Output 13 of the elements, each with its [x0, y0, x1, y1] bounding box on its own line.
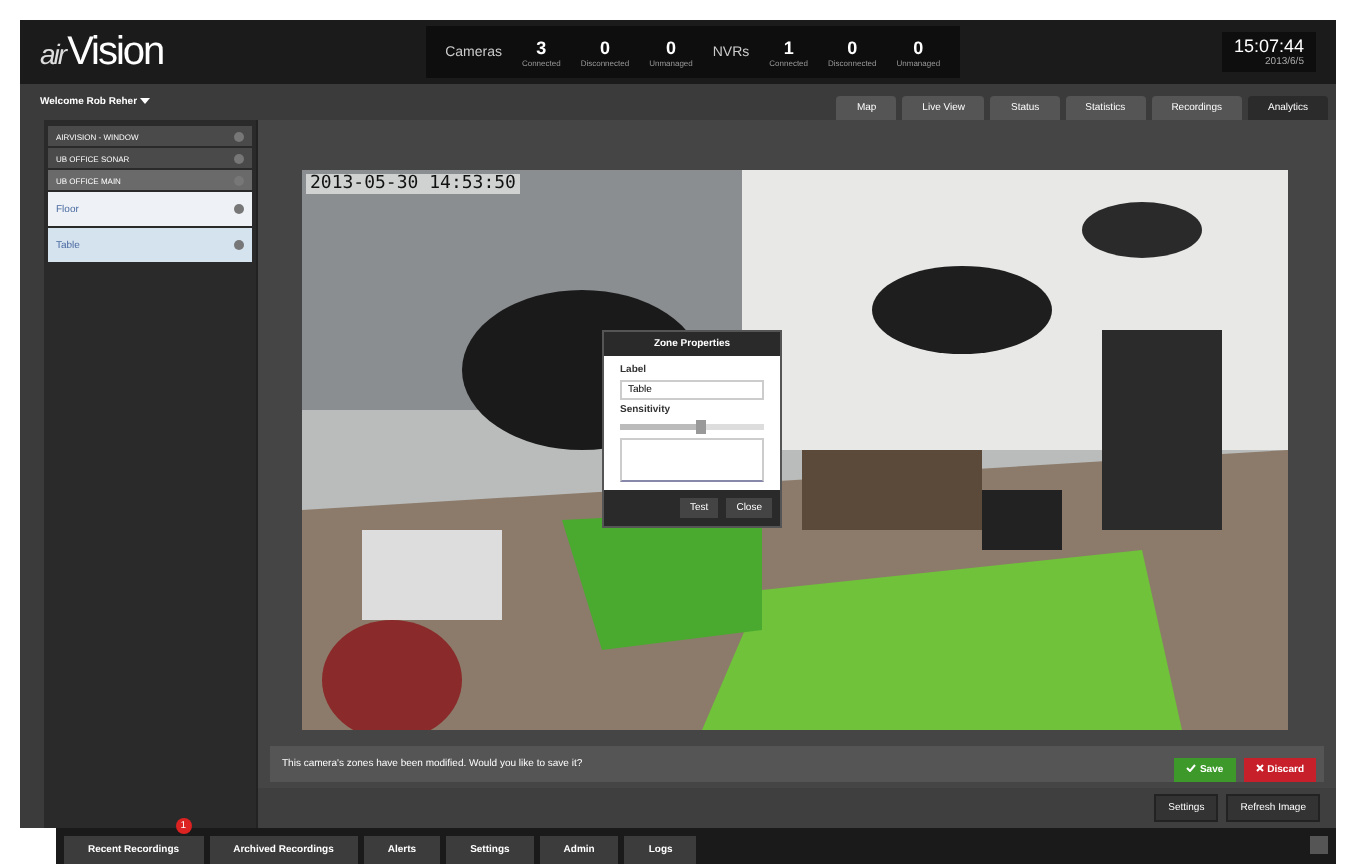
- video-timestamp: 2013-05-30 14:53:50: [306, 174, 520, 194]
- stat-count: 0: [665, 37, 676, 57]
- stat-count: 3: [536, 37, 547, 57]
- stat-count: 0: [847, 37, 858, 57]
- clock-time: 15:07:44: [1233, 36, 1304, 56]
- app-logo: airVision: [40, 29, 164, 75]
- sensitivity-slider[interactable]: [620, 424, 764, 430]
- caret-icon: [139, 98, 150, 104]
- stat-count: 1: [783, 37, 794, 57]
- stat-count: 0: [599, 37, 610, 57]
- stat-count: 0: [913, 37, 924, 57]
- text-area[interactable]: [620, 438, 764, 482]
- check-icon: [1185, 764, 1196, 772]
